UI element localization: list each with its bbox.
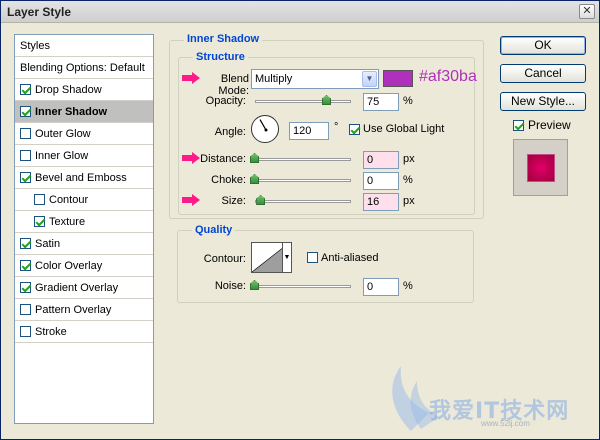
style-enabled-checkbox[interactable] [34, 216, 45, 227]
styles-item-stroke[interactable]: Stroke [15, 321, 153, 343]
styles-item-label: Inner Glow [35, 149, 89, 162]
contour-dropdown-icon[interactable]: ▼ [282, 242, 292, 273]
size-label: Size: [221, 195, 246, 207]
style-enabled-checkbox[interactable] [20, 238, 31, 249]
contour-label: Contour: [203, 253, 246, 265]
style-enabled-checkbox[interactable] [20, 282, 31, 293]
ok-button[interactable]: OK [500, 36, 586, 55]
angle-dial-icon [259, 119, 268, 132]
style-enabled-checkbox[interactable] [20, 260, 31, 271]
styles-list: Styles Blending Options: Default Drop Sh… [14, 34, 154, 424]
angle-input[interactable]: 120 [289, 122, 329, 140]
angle-dial[interactable] [251, 115, 279, 143]
styles-header[interactable]: Styles [15, 35, 153, 57]
styles-item-label: Satin [35, 237, 61, 250]
styles-item-label: Drop Shadow [35, 83, 102, 96]
blending-options-label: Blending Options: Default [20, 61, 145, 74]
color-hex-annotation: #af30ba [419, 68, 477, 85]
styles-item-label: Stroke [35, 325, 67, 338]
style-enabled-checkbox[interactable] [20, 106, 31, 117]
styles-item-label: Texture [49, 215, 86, 228]
styles-item-pattern-overlay[interactable]: Pattern Overlay [15, 299, 153, 321]
styles-item-color-overlay[interactable]: Color Overlay [15, 255, 153, 277]
shadow-color-swatch[interactable] [383, 70, 413, 87]
distance-input[interactable]: 0 [363, 151, 399, 169]
styles-item-satin[interactable]: Satin [15, 233, 153, 255]
opacity-slider-track[interactable] [255, 100, 351, 103]
styles-item-label: Inner Shadow [35, 105, 108, 118]
watermark-url: www.52ij.com [481, 419, 530, 428]
styles-item-label: Bevel and Emboss [35, 171, 127, 184]
preview-checkbox[interactable] [513, 120, 524, 131]
structure-title: Structure [193, 51, 248, 63]
watermark: 我爱IT技术网 www.52ij.com [381, 361, 591, 433]
blend-mode-label: Blend Mode: [218, 73, 249, 97]
noise-unit: % [403, 280, 413, 292]
styles-item-contour[interactable]: Contour [15, 189, 153, 211]
styles-item-inner-shadow[interactable]: Inner Shadow [15, 101, 153, 123]
new-style-button[interactable]: New Style... [500, 92, 586, 111]
quality-title: Quality [192, 224, 236, 236]
styles-item-gradient-overlay[interactable]: Gradient Overlay [15, 277, 153, 299]
window-title: Layer Style [7, 5, 72, 19]
size-unit: px [403, 195, 415, 207]
distance-slider-track[interactable] [255, 158, 351, 161]
style-preview [513, 139, 568, 196]
blending-options-item[interactable]: Blending Options: Default [15, 57, 153, 79]
distance-unit: px [403, 153, 415, 165]
styles-item-label: Gradient Overlay [35, 281, 119, 294]
anti-aliased-label: Anti-aliased [321, 252, 379, 264]
choke-slider-track[interactable] [255, 179, 351, 182]
size-slider-track[interactable] [255, 200, 351, 203]
style-enabled-checkbox[interactable] [20, 172, 31, 183]
inner-shadow-title: Inner Shadow [184, 33, 263, 45]
preview-label: Preview [528, 118, 571, 132]
blend-mode-select[interactable]: Multiply ▼ [251, 69, 379, 89]
styles-item-drop-shadow[interactable]: Drop Shadow [15, 79, 153, 101]
layer-style-dialog: Layer Style ✕ Styles Blending Options: D… [0, 0, 600, 440]
angle-label: Angle: [214, 126, 246, 138]
styles-item-texture[interactable]: Texture [15, 211, 153, 233]
angle-unit: ° [334, 121, 339, 133]
opacity-label: Opacity: [205, 95, 246, 107]
styles-item-bevel-and-emboss[interactable]: Bevel and Emboss [15, 167, 153, 189]
size-input[interactable]: 16 [363, 193, 399, 211]
styles-item-label: Contour [49, 193, 89, 206]
blend-mode-value: Multiply [255, 73, 293, 85]
style-enabled-checkbox[interactable] [20, 150, 31, 161]
styles-item-outer-glow[interactable]: Outer Glow [15, 123, 153, 145]
styles-item-inner-glow[interactable]: Inner Glow [15, 145, 153, 167]
noise-input[interactable]: 0 [363, 278, 399, 296]
cancel-button[interactable]: Cancel [500, 64, 586, 83]
close-button[interactable]: ✕ [579, 4, 595, 19]
style-enabled-checkbox[interactable] [34, 194, 45, 205]
styles-item-label: Pattern Overlay [35, 303, 112, 316]
chevron-down-icon: ▼ [362, 71, 377, 87]
title-bar: Layer Style ✕ [1, 1, 599, 23]
distance-label: Distance: [200, 153, 246, 165]
style-enabled-checkbox[interactable] [20, 84, 31, 95]
opacity-input[interactable]: 75 [363, 93, 399, 111]
preview-swatch [528, 155, 554, 181]
style-enabled-checkbox[interactable] [20, 128, 31, 139]
choke-unit: % [403, 174, 413, 186]
noise-slider-track[interactable] [255, 285, 351, 288]
opacity-unit: % [403, 95, 413, 107]
style-enabled-checkbox[interactable] [20, 304, 31, 315]
anti-aliased-checkbox[interactable] [307, 252, 318, 263]
quality-group: Quality [177, 224, 474, 303]
use-global-light-checkbox[interactable] [349, 124, 360, 135]
choke-input[interactable]: 0 [363, 172, 399, 190]
use-global-light-label: Use Global Light [363, 123, 445, 135]
styles-item-label: Color Overlay [35, 259, 103, 272]
noise-label: Noise: [214, 280, 246, 292]
style-enabled-checkbox[interactable] [20, 326, 31, 337]
choke-label: Choke: [211, 174, 246, 186]
styles-header-label: Styles [20, 39, 50, 52]
styles-item-label: Outer Glow [35, 127, 91, 140]
